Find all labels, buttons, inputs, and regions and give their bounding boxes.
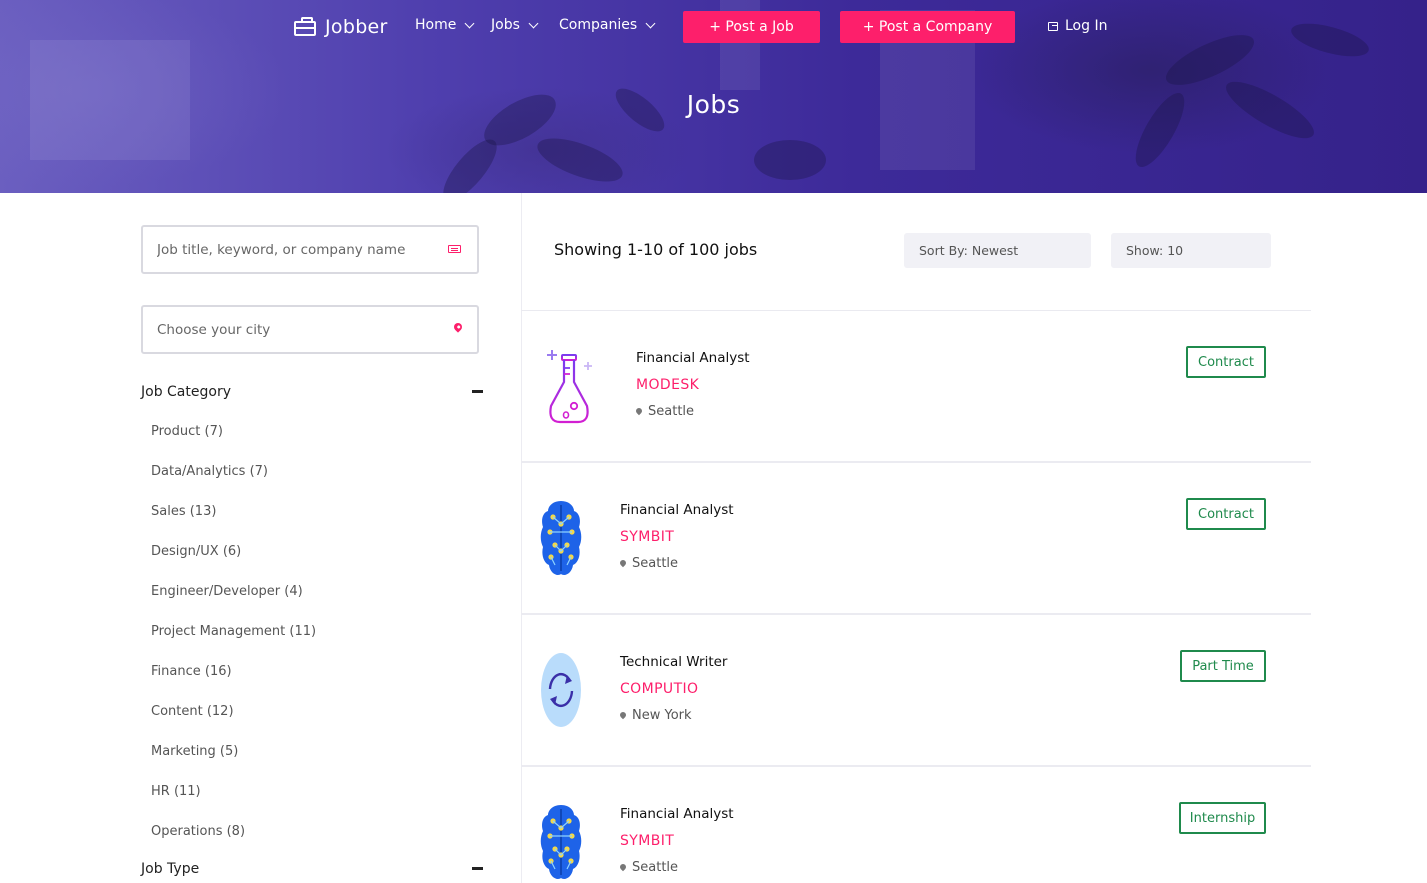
nav-home-label: Home <box>415 17 457 33</box>
job-title[interactable]: Financial Analyst <box>620 806 734 822</box>
brand-logo[interactable]: Jobber <box>294 14 388 40</box>
job-type-badge[interactable]: Contract <box>1186 498 1266 530</box>
job-type-heading: Job Type <box>141 861 200 877</box>
nav-jobs-label: Jobs <box>491 17 520 33</box>
job-company[interactable]: COMPUTIO <box>620 681 698 697</box>
keyword-search-box <box>141 225 479 274</box>
category-item[interactable]: Marketing (5) <box>151 744 238 759</box>
job-location: Seattle <box>618 556 679 571</box>
category-item[interactable]: Engineer/Developer (4) <box>151 584 303 599</box>
divider <box>521 613 1311 615</box>
page-title: Jobs <box>686 90 741 119</box>
divider <box>521 310 1311 311</box>
job-company[interactable]: SYMBIT <box>620 833 674 849</box>
map-pin-icon <box>452 321 464 333</box>
job-location: Seattle <box>618 860 679 875</box>
collapse-category-icon[interactable] <box>472 390 483 393</box>
city-search-box <box>141 305 479 354</box>
map-marker-icon <box>618 558 628 567</box>
nav-companies[interactable]: Companies <box>559 17 656 33</box>
job-category-heading: Job Category <box>141 384 231 400</box>
results-count: Showing 1-10 of 100 jobs <box>554 240 758 259</box>
login-link[interactable]: Log In <box>1048 18 1107 34</box>
flask-icon <box>547 350 592 424</box>
nav-companies-label: Companies <box>559 17 638 33</box>
job-location: Seattle <box>634 404 695 419</box>
keyword-search-input[interactable] <box>143 240 429 259</box>
keyboard-icon <box>448 245 461 253</box>
category-item[interactable]: Finance (16) <box>151 664 232 679</box>
chevron-down-icon <box>528 18 539 28</box>
job-type-badge[interactable]: Contract <box>1186 346 1266 378</box>
sign-in-icon <box>1048 21 1058 31</box>
refresh-circle-icon <box>541 653 581 727</box>
category-item[interactable]: HR (11) <box>151 784 201 799</box>
job-location-label: Seattle <box>632 556 679 571</box>
login-label: Log In <box>1065 18 1108 34</box>
chevron-down-icon <box>645 18 656 28</box>
category-item[interactable]: Product (7) <box>151 424 223 439</box>
collapse-job-type-icon[interactable] <box>472 867 483 870</box>
divider <box>521 461 1311 463</box>
category-item[interactable]: Data/Analytics (7) <box>151 464 268 479</box>
nav-home[interactable]: Home <box>415 17 475 33</box>
post-company-button[interactable]: + Post a Company <box>840 11 1015 43</box>
job-location-label: Seattle <box>632 860 679 875</box>
sidebar-divider <box>521 193 522 883</box>
job-title[interactable]: Technical Writer <box>620 654 727 670</box>
job-company[interactable]: SYMBIT <box>620 529 674 545</box>
job-location-label: New York <box>632 708 692 723</box>
briefcase-icon <box>294 17 316 36</box>
show-count-select[interactable]: Show: 10 <box>1111 233 1271 268</box>
map-marker-icon <box>634 406 644 415</box>
brain-circuit-icon <box>540 805 582 879</box>
job-type-badge[interactable]: Part Time <box>1180 650 1266 682</box>
category-item[interactable]: Operations (8) <box>151 824 245 839</box>
chevron-down-icon <box>464 18 475 28</box>
job-company[interactable]: MODESK <box>636 377 699 393</box>
category-item[interactable]: Project Management (11) <box>151 624 316 639</box>
job-location-label: Seattle <box>648 404 695 419</box>
job-location: New York <box>618 708 692 723</box>
post-job-button[interactable]: + Post a Job <box>683 11 820 43</box>
map-marker-icon <box>618 710 628 719</box>
city-search-input[interactable] <box>143 320 429 339</box>
job-title[interactable]: Financial Analyst <box>620 502 734 518</box>
nav-jobs[interactable]: Jobs <box>491 17 539 33</box>
brand-name: Jobber <box>325 16 388 38</box>
category-item[interactable]: Design/UX (6) <box>151 544 241 559</box>
divider <box>521 765 1311 767</box>
sort-by-select[interactable]: Sort By: Newest <box>904 233 1091 268</box>
category-item[interactable]: Sales (13) <box>151 504 216 519</box>
category-item[interactable]: Content (12) <box>151 704 234 719</box>
job-title[interactable]: Financial Analyst <box>636 350 750 366</box>
job-type-badge[interactable]: Internship <box>1179 802 1266 834</box>
map-marker-icon <box>618 862 628 871</box>
hero-banner: Jobber Home Jobs Companies + Post a Job … <box>0 0 1427 193</box>
brain-circuit-icon <box>540 501 582 575</box>
